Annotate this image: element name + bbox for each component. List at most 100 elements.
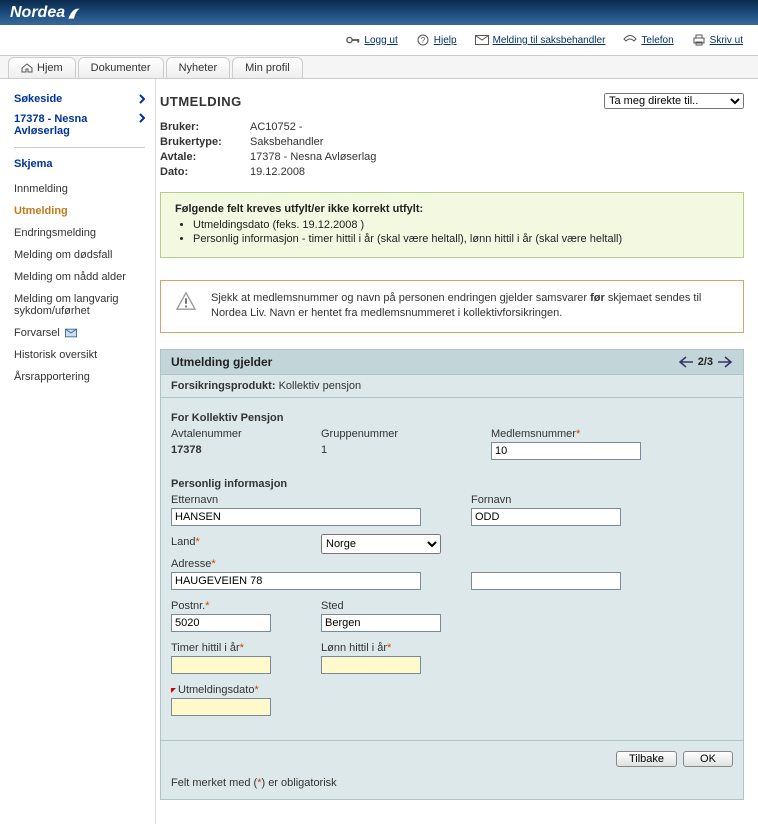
meta-user-value: AC10752 - (250, 121, 303, 133)
meta-user-label: Bruker: (160, 121, 250, 133)
logout-link[interactable]: Logg ut (346, 34, 397, 46)
address2-input[interactable] (471, 572, 621, 590)
pager-prev[interactable] (678, 356, 694, 368)
meta-date-label: Dato: (160, 166, 250, 178)
validation-item: Utmeldingsdato (feks. 19.12.2008 ) (193, 219, 729, 231)
question-icon: ? (416, 34, 430, 46)
sidebar-search[interactable]: Søkeside (14, 93, 145, 105)
tab-home-label: Hjem (37, 62, 63, 74)
help-label: Hjelp (434, 35, 457, 46)
sidebar-item-forvarsel[interactable]: Forvarsel (14, 322, 145, 344)
mail-icon (475, 34, 489, 46)
page-title: UTMELDING (160, 94, 242, 109)
sidebar-section-label: Skjema (14, 158, 145, 170)
sidebar-item-nadd-alder[interactable]: Melding om nådd alder (14, 266, 145, 288)
message-link[interactable]: Melding til saksbehandler (475, 34, 606, 46)
group-title-pension: For Kollektiv Pensjon (171, 412, 733, 424)
chevron-right-icon (139, 94, 145, 104)
print-label: Skriv ut (710, 35, 743, 46)
firstname-input[interactable] (471, 508, 621, 526)
lastname-label: Etternavn (171, 494, 451, 506)
brand-logo: Nordea (10, 4, 81, 22)
hours-input[interactable] (171, 656, 271, 674)
print-icon (692, 34, 706, 46)
validation-box: Følgende felt kreves utfylt/er ikke korr… (160, 192, 744, 258)
print-link[interactable]: Skriv ut (692, 34, 743, 46)
pay-input[interactable] (321, 656, 421, 674)
address-label: Adresse* (171, 558, 451, 570)
validation-item: Personlig informasjon - timer hittil i å… (193, 233, 729, 245)
tabs: Hjem Dokumenter Nyheter Min profil (0, 55, 758, 79)
sidebar-context[interactable]: 17378 - Nesna Avløserlag (14, 113, 145, 137)
city-input[interactable] (321, 614, 441, 632)
country-label: Land* (171, 536, 301, 548)
pager-text: 2/3 (698, 356, 713, 368)
country-select[interactable]: Norge (321, 534, 441, 554)
validation-head: Følgende felt kreves utfylt/er ikke korr… (175, 203, 729, 215)
section-header: Utmelding gjelder 2/3 (161, 350, 743, 375)
home-icon (21, 63, 33, 73)
info-box: Sjekk at medlemsnummer og navn på person… (160, 280, 744, 333)
sidebar-item-arsrapportering[interactable]: Årsrapportering (14, 366, 145, 388)
ok-button[interactable]: OK (683, 751, 733, 767)
tab-profile-label: Min profil (245, 62, 290, 74)
postno-label: Postnr.* (171, 600, 301, 612)
meta-contract-label: Avtale: (160, 151, 250, 163)
sidebar-item-innmelding[interactable]: Innmelding (14, 178, 145, 200)
firstname-label: Fornavn (471, 494, 621, 506)
tab-news[interactable]: Nyheter (166, 57, 231, 78)
directlink: Ta meg direkte til.. (604, 93, 744, 109)
mail-icon (65, 328, 77, 338)
hours-label: Timer hittil i år* (171, 642, 301, 654)
outdate-label: Utmeldingsdato* (171, 684, 271, 696)
tab-home[interactable]: Hjem (8, 57, 76, 78)
topbar: Nordea (0, 0, 758, 25)
sidebar-item-dodsfall[interactable]: Melding om dødsfall (14, 244, 145, 266)
phone-icon (623, 34, 637, 46)
sidebar-item-historisk[interactable]: Historisk oversikt (14, 344, 145, 366)
sidebar-item-endringsmelding[interactable]: Endringsmelding (14, 222, 145, 244)
postno-input[interactable] (171, 614, 271, 632)
pager: 2/3 (678, 356, 733, 368)
pager-next[interactable] (717, 356, 733, 368)
footnote-post: ) er obligatorisk (261, 777, 336, 789)
help-link[interactable]: ? Hjelp (416, 34, 457, 46)
pay-label: Lønn hittil i år* (321, 642, 421, 654)
directlink-select[interactable]: Ta meg direkte til.. (604, 93, 744, 109)
groupno-label: Gruppenummer (321, 428, 471, 440)
tab-profile[interactable]: Min profil (232, 57, 303, 78)
sidebar: Søkeside 17378 - Nesna Avløserlag Skjema… (0, 79, 155, 824)
sidebar-item-utmelding[interactable]: Utmelding (14, 200, 145, 222)
address-input[interactable] (171, 572, 421, 590)
logo-mark-icon (67, 6, 81, 20)
contractno-label: Avtalenummer (171, 428, 301, 440)
group-title-personal: Personlig informasjon (171, 478, 733, 490)
meta-block: Bruker:AC10752 - Brukertype:Saksbehandle… (160, 121, 744, 178)
meta-usertype-label: Brukertype: (160, 136, 250, 148)
sidebar-item-label: Forvarsel (14, 327, 60, 339)
lastname-input[interactable] (171, 508, 421, 526)
contractno-value: 17378 (171, 442, 301, 458)
svg-text:?: ? (421, 36, 426, 45)
sidebar-context-label: 17378 - Nesna Avløserlag (14, 113, 124, 137)
sidebar-search-label: Søkeside (14, 93, 62, 105)
back-button[interactable]: Tilbake (616, 751, 677, 767)
meta-date-value: 19.12.2008 (250, 166, 305, 178)
divider (14, 147, 145, 148)
tab-documents[interactable]: Dokumenter (78, 57, 164, 78)
phone-link[interactable]: Telefon (623, 34, 673, 46)
sidebar-item-sykdom[interactable]: Melding om langvarig sykdom/uførhet (14, 288, 145, 322)
meta-usertype-value: Saksbehandler (250, 136, 323, 148)
footnote: Felt merket med (*) er obligatorisk (161, 771, 743, 799)
memberno-label: Medlemsnummer* (491, 428, 641, 440)
info-text: Sjekk at medlemsnummer og navn på person… (211, 291, 729, 322)
meta-contract-value: 17378 - Nesna Avløserlag (250, 151, 376, 163)
memberno-input[interactable] (491, 442, 641, 460)
form-section: Utmelding gjelder 2/3 Forsikringsprodukt… (160, 349, 744, 800)
section-title: Utmelding gjelder (171, 355, 272, 369)
product-label: Forsikringsprodukt: (171, 380, 276, 392)
outdate-input[interactable] (171, 698, 271, 716)
product-value: Kollektiv pensjon (279, 380, 362, 392)
groupno-value: 1 (321, 442, 471, 458)
tab-documents-label: Dokumenter (91, 62, 151, 74)
